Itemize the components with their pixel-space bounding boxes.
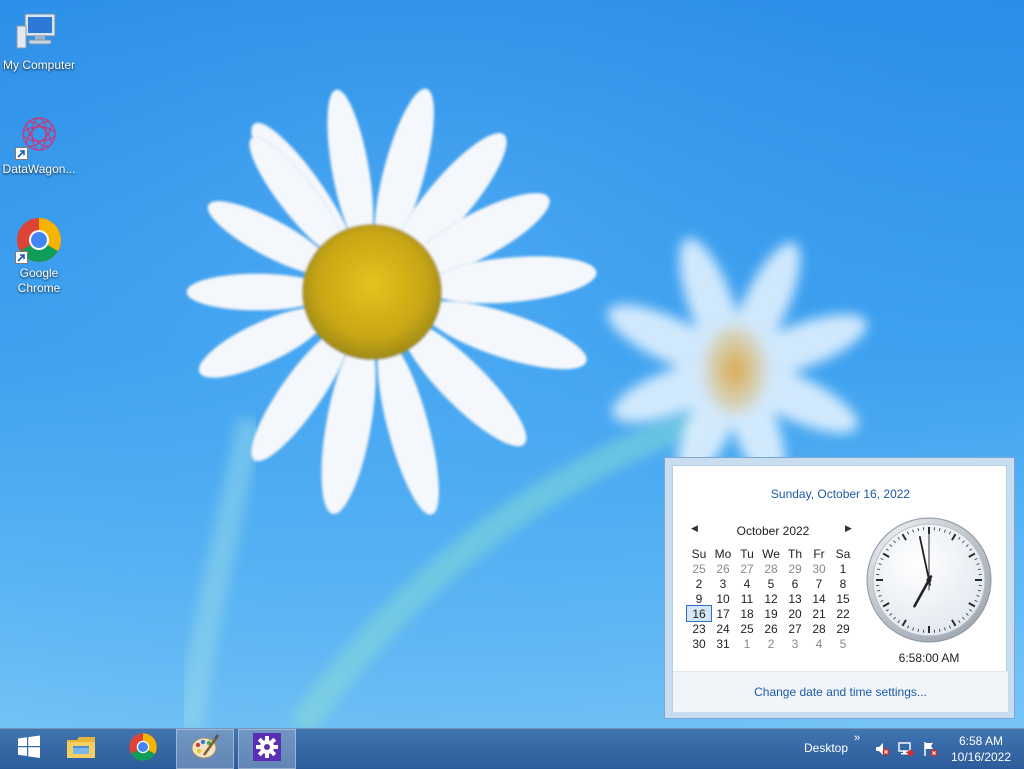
action-center-flag-icon[interactable]	[922, 741, 938, 757]
calendar-day[interactable]: 2	[759, 636, 783, 651]
calendar-day[interactable]: 5	[759, 576, 783, 591]
calendar-day[interactable]: 29	[831, 621, 855, 636]
calendar-day[interactable]: 1	[735, 636, 759, 651]
calendar-day[interactable]: 13	[783, 591, 807, 606]
taskbar-time: 6:58 AM	[944, 733, 1018, 749]
calendar-day[interactable]: 3	[711, 576, 735, 591]
analog-clock	[866, 517, 992, 643]
calendar-day-today[interactable]: 16	[687, 606, 711, 621]
weekday-label: Su	[687, 546, 711, 561]
computer-icon	[15, 8, 63, 56]
calendar-month-title[interactable]: October 2022	[707, 524, 839, 538]
calendar-week-row: 303112345	[687, 636, 855, 651]
settings-gear-icon	[252, 732, 282, 767]
calendar-day[interactable]: 24	[711, 621, 735, 636]
calendar-week-row: 23242526272829	[687, 621, 855, 636]
weekday-header-row: SuMoTuWeThFrSa	[687, 546, 855, 561]
calendar-day[interactable]: 27	[735, 561, 759, 576]
chrome-icon	[15, 216, 63, 264]
windows-start-icon	[15, 733, 43, 766]
network-icon[interactable]	[898, 741, 914, 757]
calendar-day[interactable]: 25	[687, 561, 711, 576]
toolbar-expand-chevron[interactable]: »	[854, 732, 860, 744]
calendar-day[interactable]: 3	[783, 636, 807, 651]
calendar-day[interactable]: 26	[711, 561, 735, 576]
calendar-day[interactable]: 4	[735, 576, 759, 591]
calendar-day[interactable]: 8	[831, 576, 855, 591]
weekday-label: Th	[783, 546, 807, 561]
calendar-day[interactable]: 4	[807, 636, 831, 651]
taskbar-date: 10/16/2022	[944, 749, 1018, 765]
next-month-button[interactable]: ▶	[845, 523, 852, 534]
calendar-day[interactable]: 2	[687, 576, 711, 591]
calendar-day[interactable]: 7	[807, 576, 831, 591]
calendar-day[interactable]: 18	[735, 606, 759, 621]
calendar-week-row: 9101112131415	[687, 591, 855, 606]
calendar-day[interactable]: 12	[759, 591, 783, 606]
calendar-day[interactable]: 30	[807, 561, 831, 576]
taskbar-clock[interactable]: 6:58 AM 10/16/2022	[944, 733, 1018, 765]
file-explorer-icon	[65, 733, 97, 766]
calendar-day[interactable]: 20	[783, 606, 807, 621]
taskbar-paint-button[interactable]	[176, 729, 234, 769]
calendar-day[interactable]: 19	[759, 606, 783, 621]
prev-month-button[interactable]: ◀	[691, 523, 698, 534]
calendar-week-row: 2345678	[687, 576, 855, 591]
flyout-panel: Sunday, October 16, 2022 ◀ October 2022 …	[672, 465, 1007, 711]
calendar-day[interactable]: 28	[759, 561, 783, 576]
shortcut-arrow-icon	[15, 147, 28, 160]
desktop-icon-my-computer[interactable]: My Computer	[0, 8, 78, 73]
calendar-day[interactable]: 5	[831, 636, 855, 651]
desktop-toolbar-label[interactable]: Desktop	[804, 741, 848, 755]
calendar-day[interactable]: 15	[831, 591, 855, 606]
shortcut-arrow-icon	[15, 251, 28, 264]
date-time-flyout: Sunday, October 16, 2022 ◀ October 2022 …	[664, 457, 1015, 719]
calendar-day[interactable]: 11	[735, 591, 759, 606]
chrome-icon	[128, 732, 158, 767]
calendar-day[interactable]: 9	[687, 591, 711, 606]
calendar-day[interactable]: 14	[807, 591, 831, 606]
calendar-day[interactable]: 1	[831, 561, 855, 576]
calendar-day[interactable]: 10	[711, 591, 735, 606]
paint-icon	[190, 733, 220, 766]
digital-time: 6:58:00 AM	[866, 651, 992, 665]
calendar-day[interactable]: 21	[807, 606, 831, 621]
long-date-link[interactable]: Sunday, October 16, 2022	[673, 487, 1008, 501]
weekday-label: Mo	[711, 546, 735, 561]
calendar-week-row: 16171819202122	[687, 606, 855, 621]
speaker-muted-icon[interactable]	[874, 741, 890, 757]
weekday-label: We	[759, 546, 783, 561]
calendar-day[interactable]: 29	[783, 561, 807, 576]
calendar-day[interactable]: 31	[711, 636, 735, 651]
calendar-day[interactable]: 22	[831, 606, 855, 621]
weekday-label: Fr	[807, 546, 831, 561]
start-button[interactable]	[0, 729, 58, 769]
calendar-day[interactable]: 30	[687, 636, 711, 651]
desktop-icon-label: Google Chrome	[14, 266, 64, 296]
change-date-time-settings-link[interactable]: Change date and time settings...	[673, 685, 1008, 699]
calendar-day[interactable]: 17	[711, 606, 735, 621]
desktop-icon-google-chrome[interactable]: Google Chrome	[0, 216, 78, 296]
calendar-day[interactable]: 23	[687, 621, 711, 636]
calendar-day[interactable]: 28	[807, 621, 831, 636]
desktop-icon-label: My Computer	[0, 58, 78, 73]
desktop-icon-label: DataWagon...	[0, 162, 78, 177]
calendar-day[interactable]: 6	[783, 576, 807, 591]
taskbar: Desktop » 6:58 AM 10/16/2022	[0, 728, 1024, 769]
calendar-day[interactable]: 26	[759, 621, 783, 636]
weekday-label: Tu	[735, 546, 759, 561]
calendar-day[interactable]: 25	[735, 621, 759, 636]
calendar-week-row: 2526272829301	[687, 561, 855, 576]
calendar-day[interactable]: 27	[783, 621, 807, 636]
taskbar-chrome-button[interactable]	[114, 729, 172, 769]
datawagon-icon	[15, 112, 63, 160]
weekday-label: Sa	[831, 546, 855, 561]
taskbar-settings-button[interactable]	[238, 729, 296, 769]
calendar-grid: SuMoTuWeThFrSa 2526272829301234567891011…	[687, 546, 855, 651]
taskbar-file-explorer-button[interactable]	[52, 729, 110, 769]
desktop-icon-datawagon[interactable]: DataWagon...	[0, 112, 78, 177]
